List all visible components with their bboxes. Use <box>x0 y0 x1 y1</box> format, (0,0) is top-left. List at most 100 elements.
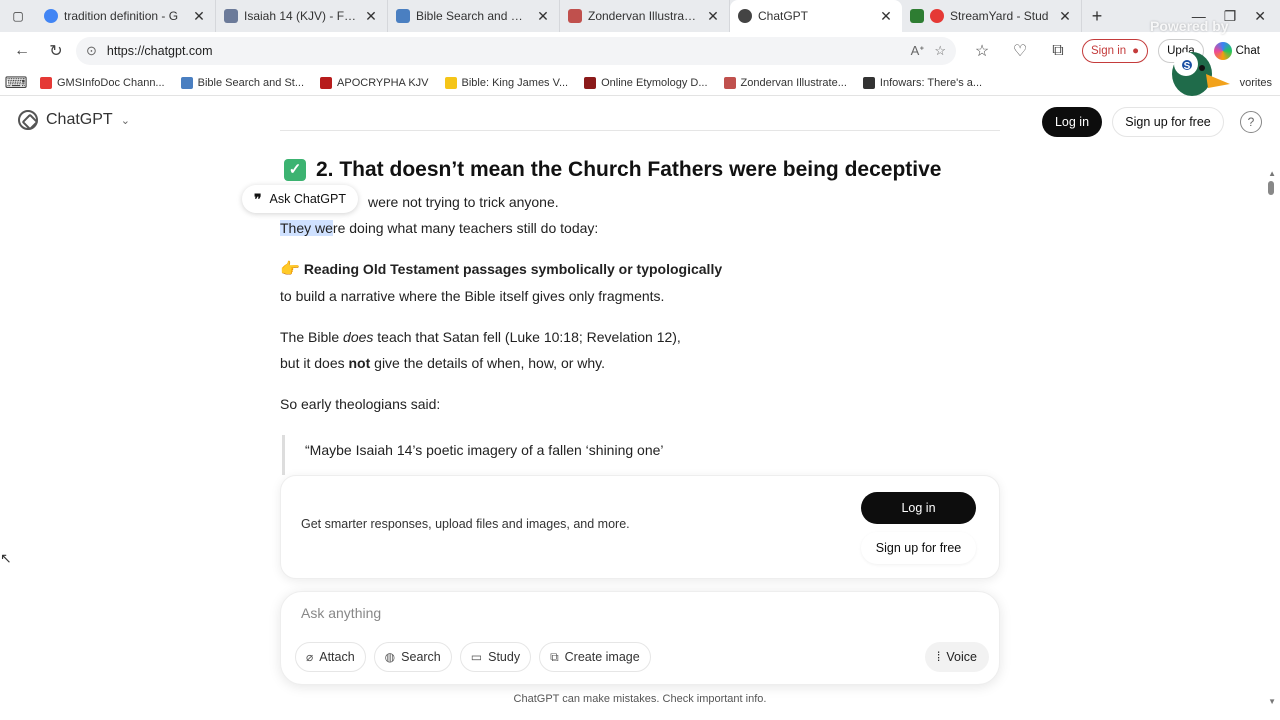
tab-actions-icon[interactable]: ▢ <box>0 0 36 32</box>
pdf-favicon-icon <box>568 9 582 23</box>
chatgpt-page: ChatGPT ⌄ Log in Sign up for free ? ✓ 2.… <box>0 97 1280 720</box>
bookmarks-bar: ⌨ GMSInfoDoc Chann... Bible Search and S… <box>0 70 1280 96</box>
close-tab-icon[interactable]: ✕ <box>705 8 721 25</box>
attach-button[interactable]: ⌀ Attach <box>295 642 366 672</box>
signup-button[interactable]: Sign up for free <box>1112 107 1224 137</box>
browser-tab[interactable]: StreamYard - Stud ✕ <box>902 0 1082 32</box>
bookmark-item[interactable]: Zondervan Illustrate... <box>723 76 847 89</box>
book-icon: ▭ <box>470 650 483 664</box>
blockquote: “Maybe Isaiah 14’s poetic imagery of a f… <box>282 435 1000 475</box>
collections-icon[interactable]: ⧉ <box>1044 37 1072 65</box>
pdf-icon <box>723 76 736 89</box>
assistant-message: ✓ 2. That doesn’t mean the Church Father… <box>280 155 1000 475</box>
bookmark-item[interactable]: Infowars: There's a... <box>862 76 982 89</box>
favorites-icon[interactable]: ☆ <box>968 37 996 65</box>
scroll-up-arrow-icon[interactable]: ▲ <box>1268 169 1276 178</box>
scroll-down-arrow-icon[interactable]: ▼ <box>1268 697 1276 706</box>
upsell-signup-button[interactable]: Sign up for free <box>861 532 976 564</box>
browser-tab-bar: ▢ tradition definition - G ✕ Isaiah 14 (… <box>0 0 1280 32</box>
image-icon: ⧉ <box>550 649 559 664</box>
message-line: were not trying to trick anyone. <box>368 194 559 210</box>
check-mark-icon: ✓ <box>284 159 306 181</box>
composer: ⌀Attach ◍Search ▭Study ⧉Create image ⁞ V… <box>280 591 1000 685</box>
bookmark-favicon-icon <box>862 76 875 89</box>
chatgpt-header: ChatGPT ⌄ Log in Sign up for free ? <box>0 97 1280 147</box>
message-line: to build a narrative where the Bible its… <box>280 288 665 304</box>
page-favicon-icon <box>224 9 238 23</box>
favorite-star-icon[interactable]: ☆ <box>934 43 946 59</box>
message-line: but it does not give the details of when… <box>280 355 606 371</box>
back-arrow-icon[interactable]: ← <box>8 37 36 65</box>
site-info-icon[interactable]: ⊙ <box>86 43 97 59</box>
new-tab-icon[interactable]: + <box>1082 6 1112 27</box>
globe-icon: ◍ <box>384 650 396 664</box>
close-tab-icon[interactable]: ✕ <box>363 8 379 25</box>
extensions-icon[interactable]: ⌨ <box>4 69 27 97</box>
quote-icon: ❞ <box>254 190 262 207</box>
message-line: They were doing what many teachers still… <box>280 220 599 236</box>
login-upsell-card: Get smarter responses, upload files and … <box>280 475 1000 579</box>
divider <box>280 130 1000 131</box>
bookmark-favicon-icon <box>320 76 333 89</box>
model-selector[interactable]: ChatGPT ⌄ <box>18 110 130 130</box>
mouse-cursor-icon: ↖ <box>0 550 12 566</box>
profile-icon: ● <box>1132 45 1140 57</box>
browser-tab[interactable]: Isaiah 14 (KJV) - For th ✕ <box>216 0 388 32</box>
refresh-icon[interactable]: ↻ <box>42 37 70 65</box>
close-tab-icon[interactable]: ✕ <box>535 8 551 25</box>
create-image-button[interactable]: ⧉ Create image <box>539 642 651 672</box>
bookmark-item[interactable]: GMSInfoDoc Chann... <box>40 76 165 89</box>
bookmark-item[interactable]: Bible Search and St... <box>180 76 304 89</box>
svg-text:S: S <box>1184 61 1191 72</box>
streaming-watermark: Powered by <box>1150 18 1229 34</box>
disclaimer: ChatGPT can make mistakes. Check importa… <box>513 693 767 705</box>
voice-button[interactable]: ⁞ Voice <box>924 642 989 672</box>
browser-tab[interactable]: tradition definition - G ✕ <box>36 0 216 32</box>
bookmark-item[interactable]: Online Etymology D... <box>584 76 708 89</box>
other-favorites[interactable]: vorites <box>1240 77 1272 89</box>
browser-essentials-icon[interactable]: ♡ <box>1006 37 1034 65</box>
pointing-hand-icon: 👉 <box>280 261 300 278</box>
close-tab-icon[interactable]: ✕ <box>191 8 207 25</box>
help-icon[interactable]: ? <box>1240 111 1262 133</box>
login-button[interactable]: Log in <box>1042 107 1102 137</box>
close-tab-icon[interactable]: ✕ <box>878 8 894 25</box>
google-favicon-icon <box>44 9 58 23</box>
upsell-login-button[interactable]: Log in <box>861 492 976 524</box>
browser-tab[interactable]: Bible Search and Study ✕ <box>388 0 560 32</box>
close-tab-icon[interactable]: ✕ <box>1057 8 1073 25</box>
search-button[interactable]: ◍ Search <box>373 642 452 672</box>
browser-tab[interactable]: Zondervan Illustrated B ✕ <box>560 0 730 32</box>
address-bar-row: ← ↻ ⊙ https://chatgpt.com Aᐩ ☆ ☆ ♡ ⧉ Sig… <box>0 32 1280 70</box>
waveform-icon: ⁞ <box>936 650 941 664</box>
paperclip-icon: ⌀ <box>306 650 314 664</box>
youtube-icon <box>40 76 52 89</box>
close-window-icon[interactable]: ✕ <box>1254 8 1266 25</box>
browser-tab-active[interactable]: ChatGPT ✕ <box>730 0 902 32</box>
bookmark-favicon-icon <box>584 76 597 89</box>
url-field[interactable]: ⊙ https://chatgpt.com Aᐩ ☆ <box>76 37 956 65</box>
bookmark-favicon-icon <box>444 76 457 89</box>
recording-icon <box>930 9 944 23</box>
composer-tools: ⌀ Attach ◍ Search ▭ Study ⧉ Create image <box>295 642 651 672</box>
study-button[interactable]: ▭ Study <box>459 642 532 672</box>
message-line: 👉 Reading Old Testament passages symboli… <box>280 261 723 278</box>
message-line: So early theologians said: <box>280 396 441 412</box>
duck-logo-icon: S <box>1172 52 1230 96</box>
prompt-input[interactable] <box>301 602 961 624</box>
browser-sign-in-button[interactable]: Sign in ● <box>1082 39 1149 63</box>
text-selection: They we <box>280 220 333 236</box>
bookmark-item[interactable]: APOCRYPHA KJV <box>320 76 429 89</box>
chevron-down-icon: ⌄ <box>120 114 130 127</box>
chatgpt-logo-icon <box>18 110 38 130</box>
bookmark-item[interactable]: Bible: King James V... <box>444 76 568 89</box>
streamyard-favicon-icon <box>910 9 924 23</box>
page-favicon-icon <box>396 9 410 23</box>
message-line: The Bible does teach that Satan fell (Lu… <box>280 329 681 345</box>
section-heading: ✓ 2. That doesn’t mean the Church Father… <box>284 155 1000 185</box>
read-aloud-icon[interactable]: Aᐩ <box>911 43 925 59</box>
scrollbar-thumb[interactable] <box>1268 181 1274 195</box>
bookmark-favicon-icon <box>180 76 193 89</box>
ask-chatgpt-popup[interactable]: ❞ Ask ChatGPT <box>242 185 358 213</box>
chatgpt-favicon-icon <box>738 9 752 23</box>
